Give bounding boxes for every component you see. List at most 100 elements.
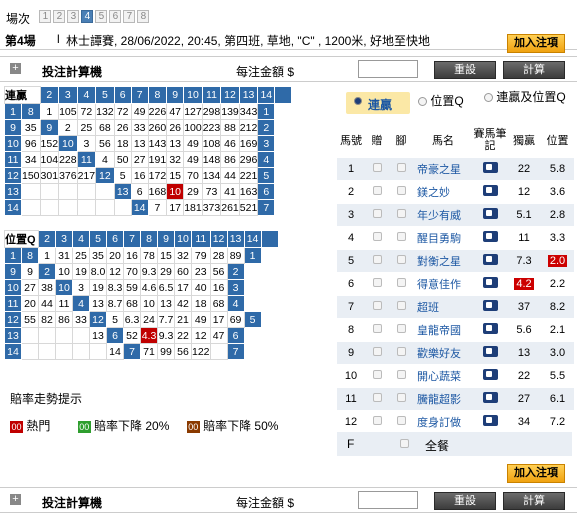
odds-cell[interactable]: 59 bbox=[123, 279, 141, 296]
col-header[interactable]: 12 bbox=[209, 230, 228, 248]
horse-name[interactable]: 超班 bbox=[413, 295, 473, 319]
odds-cell[interactable]: 40 bbox=[191, 279, 211, 296]
col-header[interactable]: 2 bbox=[39, 86, 60, 104]
odds-cell[interactable]: 105 bbox=[58, 103, 78, 120]
jockey-note-icon[interactable] bbox=[473, 203, 507, 227]
checkbox-icon[interactable] bbox=[372, 300, 382, 310]
checkbox-icon[interactable] bbox=[396, 277, 406, 287]
odds-cell[interactable]: 139 bbox=[220, 103, 240, 120]
left-checkbox[interactable] bbox=[365, 249, 389, 273]
odds-cell[interactable]: 181 bbox=[183, 199, 203, 216]
odds-cell[interactable]: 1 bbox=[38, 247, 56, 264]
col-header[interactable] bbox=[260, 230, 279, 248]
col-header[interactable]: 13 bbox=[238, 86, 259, 104]
odds-cell[interactable]: 9.3 bbox=[140, 263, 158, 280]
odds-cell[interactable]: 168 bbox=[147, 183, 168, 200]
odds-cell[interactable]: 17 bbox=[166, 199, 185, 216]
expand-icon[interactable]: + bbox=[10, 494, 21, 505]
checkbox-icon[interactable] bbox=[372, 323, 382, 333]
horse-name[interactable]: 騰龍超影 bbox=[413, 387, 473, 411]
right-checkbox[interactable] bbox=[389, 180, 413, 204]
checkbox-icon[interactable] bbox=[372, 185, 382, 195]
right-checkbox[interactable] bbox=[389, 410, 413, 434]
row-header[interactable]: 9 bbox=[4, 119, 22, 136]
checkbox-icon[interactable] bbox=[396, 254, 406, 264]
odds-cell[interactable]: 86 bbox=[55, 311, 73, 328]
jockey-note-icon[interactable] bbox=[482, 391, 498, 403]
right-checkbox[interactable] bbox=[389, 341, 413, 365]
left-checkbox[interactable] bbox=[365, 157, 389, 181]
row-header[interactable]: 2 bbox=[38, 263, 56, 280]
odds-cell[interactable]: 68 bbox=[95, 119, 115, 136]
race-button-4[interactable]: 4 bbox=[81, 10, 94, 23]
checkbox-icon[interactable] bbox=[396, 323, 406, 333]
row-header[interactable]: 10 bbox=[4, 279, 22, 296]
row-header[interactable]: 7 bbox=[123, 343, 141, 360]
row-header[interactable]: 10 bbox=[55, 279, 73, 296]
odds-cell[interactable]: 21 bbox=[174, 311, 192, 328]
odds-cell[interactable]: 8.3 bbox=[106, 279, 124, 296]
row-header[interactable]: 1 bbox=[4, 103, 22, 120]
row-header[interactable]: 10 bbox=[58, 135, 78, 152]
col-header[interactable]: 5 bbox=[89, 230, 107, 248]
odds-cell[interactable]: 18 bbox=[113, 135, 132, 152]
left-checkbox[interactable] bbox=[365, 295, 389, 319]
odds-cell[interactable]: 70 bbox=[183, 167, 203, 184]
col-header[interactable]: 6 bbox=[113, 86, 132, 104]
race-button-6[interactable]: 6 bbox=[109, 10, 122, 23]
add-bet-button-top[interactable]: 加入注項 bbox=[507, 34, 565, 53]
checkbox-icon[interactable] bbox=[396, 300, 406, 310]
horse-name[interactable]: 帝豪之星 bbox=[413, 157, 473, 181]
odds-cell[interactable]: 152 bbox=[39, 135, 60, 152]
odds-cell[interactable]: 260 bbox=[147, 119, 168, 136]
col-header[interactable]: 12 bbox=[220, 86, 240, 104]
reset-button[interactable]: 重設 bbox=[434, 61, 496, 79]
horse-name[interactable]: 歡樂好友 bbox=[413, 341, 473, 365]
col-header[interactable]: 11 bbox=[191, 230, 211, 248]
unit-amount-input[interactable] bbox=[358, 60, 418, 78]
row-end[interactable]: 7 bbox=[226, 343, 245, 360]
row-end[interactable]: 6 bbox=[257, 183, 276, 200]
row-end[interactable]: 6 bbox=[226, 327, 245, 344]
odds-cell[interactable]: 72 bbox=[76, 103, 97, 120]
left-checkbox[interactable] bbox=[365, 341, 389, 365]
mode-weizhi[interactable]: 位置Q bbox=[418, 92, 464, 109]
odds-cell[interactable] bbox=[21, 343, 39, 360]
odds-cell[interactable]: 68 bbox=[123, 295, 141, 312]
odds-cell[interactable]: 68 bbox=[209, 295, 228, 312]
odds-cell[interactable]: 5 bbox=[113, 167, 132, 184]
odds-cell[interactable]: 104 bbox=[39, 151, 60, 168]
odds-cell[interactable]: 134 bbox=[201, 167, 222, 184]
col-header[interactable]: 8 bbox=[140, 230, 158, 248]
odds-cell[interactable]: 16 bbox=[209, 279, 228, 296]
odds-cell[interactable]: 32 bbox=[166, 151, 185, 168]
odds-cell[interactable]: 3 bbox=[76, 135, 97, 152]
odds-cell[interactable]: 1 bbox=[39, 103, 60, 120]
jockey-note-icon[interactable] bbox=[482, 322, 498, 334]
field-checkbox[interactable] bbox=[400, 439, 409, 448]
odds-cell[interactable]: 12 bbox=[106, 263, 124, 280]
odds-cell[interactable] bbox=[38, 327, 56, 344]
row-header[interactable]: 4 bbox=[72, 295, 90, 312]
odds-cell[interactable]: 100 bbox=[183, 119, 203, 136]
checkbox-icon[interactable] bbox=[372, 254, 382, 264]
odds-cell[interactable]: 8.7 bbox=[106, 295, 124, 312]
jockey-note-icon[interactable] bbox=[473, 226, 507, 250]
col-header[interactable]: 3 bbox=[58, 86, 78, 104]
calculate-button[interactable]: 計算 bbox=[503, 61, 565, 79]
row-header[interactable]: 10 bbox=[4, 135, 22, 152]
jockey-note-icon[interactable] bbox=[482, 368, 498, 380]
checkbox-icon[interactable] bbox=[396, 162, 406, 172]
jockey-note-icon[interactable] bbox=[473, 387, 507, 411]
checkbox-icon[interactable] bbox=[396, 208, 406, 218]
jockey-note-icon[interactable] bbox=[482, 184, 498, 196]
col-header[interactable]: 3 bbox=[55, 230, 73, 248]
odds-cell[interactable]: 47 bbox=[166, 103, 185, 120]
odds-cell[interactable]: 191 bbox=[147, 151, 168, 168]
odds-cell[interactable]: 73 bbox=[201, 183, 222, 200]
odds-cell[interactable]: 28 bbox=[209, 247, 228, 264]
calculate-button[interactable]: 計算 bbox=[503, 492, 565, 510]
row-end[interactable]: 2 bbox=[226, 263, 245, 280]
col-header[interactable]: 7 bbox=[130, 86, 149, 104]
row-end[interactable]: 2 bbox=[257, 119, 276, 136]
